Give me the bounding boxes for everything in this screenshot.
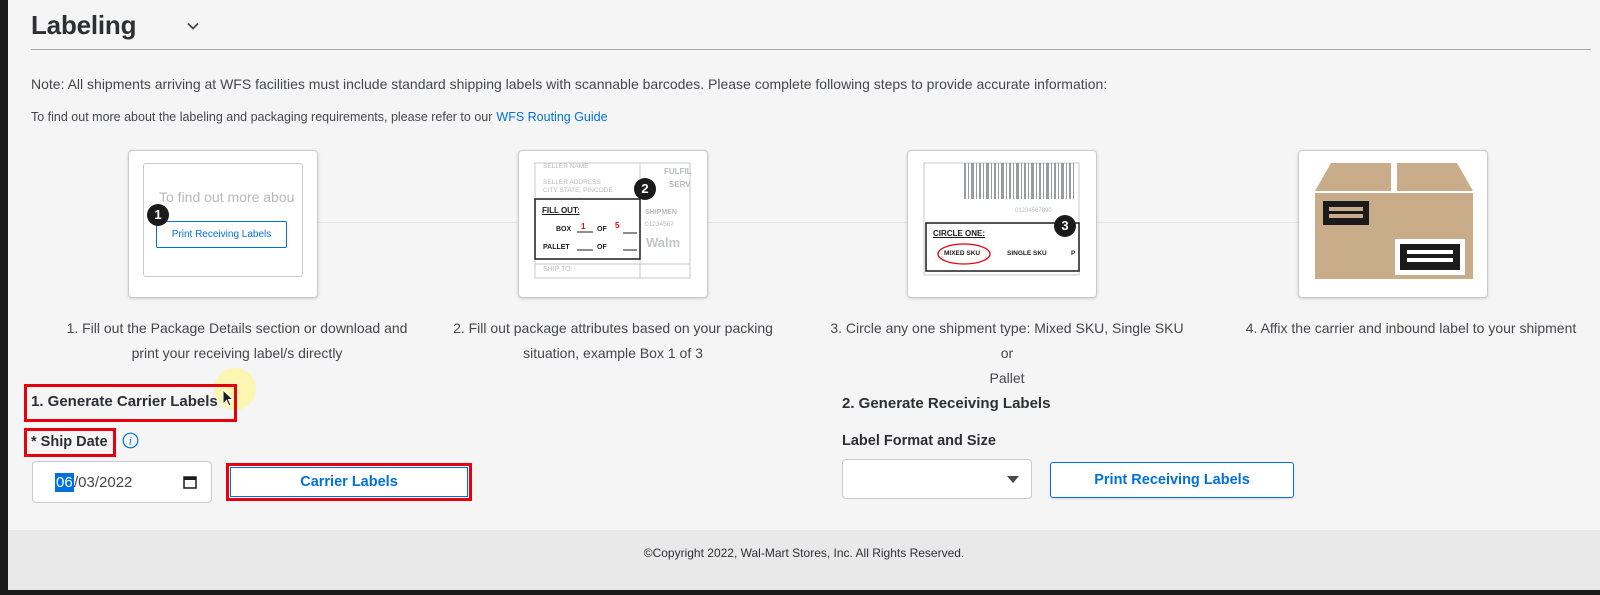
calendar-icon[interactable] (182, 474, 198, 490)
seller-name: SELLER NAME (543, 163, 589, 170)
step-4-caption: 4. Affix the carrier and inbound label t… (1236, 316, 1586, 341)
section-title: Labeling (31, 10, 137, 40)
step-2-caption-line2: situation, example Box 1 of 3 (523, 345, 703, 361)
pallet-of: OF (597, 244, 607, 251)
pallet-option: P (1071, 250, 1076, 257)
fill-out-heading: FILL OUT: (542, 206, 580, 215)
receiving-labels-title: 2. Generate Receiving Labels (842, 395, 1051, 412)
seller-city: CITY STATE, PINCODE (543, 187, 613, 194)
step-4-card (1298, 150, 1488, 298)
step-1-preview-text: To find out more abou (159, 189, 295, 205)
mouse-cursor-icon (222, 389, 235, 407)
step-1-badge: 1 (147, 204, 169, 226)
step-3-caption-line2: Pallet (989, 370, 1025, 386)
step-2-caption: 2. Fill out package attributes based on … (448, 316, 778, 366)
carrier-labels-title: 1. Generate Carrier Labels (31, 393, 218, 410)
serv-text: SERV (669, 180, 691, 189)
step-1-caption-line1: 1. Fill out the Package Details section … (66, 320, 408, 336)
copyright-text: ©Copyright 2022, Wal-Mart Stores, Inc. A… (643, 546, 965, 560)
box-total: 5 (615, 221, 620, 230)
window-edge (0, 590, 1600, 595)
box-number: 1 (581, 222, 586, 231)
box-of: OF (597, 226, 607, 233)
labeling-page: Labeling Note: All shipments arriving at… (8, 0, 1600, 595)
step-1-preview-button: Print Receiving Labels (156, 221, 287, 248)
step-1-caption: 1. Fill out the Package Details section … (52, 316, 422, 366)
mixed-sku-option: MIXED SKU (944, 250, 981, 257)
shipment-label: SHIPMEN (645, 209, 677, 216)
routing-guide-link[interactable]: WFS Routing Guide (496, 110, 607, 124)
svg-text:i: i (129, 437, 132, 448)
section-header[interactable]: Labeling (31, 6, 1591, 50)
pallet-label: PALLET (543, 244, 570, 251)
ship-to-text: SHIP TO: (543, 266, 573, 273)
fulfil-text: FULFIL (664, 167, 692, 176)
package-box-icon (1315, 163, 1473, 279)
circle-one-heading: CIRCLE ONE: (933, 229, 985, 238)
step-3-caption: 3. Circle any one shipment type: Mixed S… (826, 316, 1188, 391)
step-2-badge: 2 (634, 178, 656, 200)
date-month-segment[interactable]: 06 (55, 473, 74, 492)
step-1-caption-line2: print your receiving label/s directly (131, 345, 343, 361)
footer: ©Copyright 2022, Wal-Mart Stores, Inc. A… (8, 530, 1600, 590)
label-format-label: Label Format and Size (842, 433, 996, 449)
step-3-badge: 3 (1054, 215, 1076, 237)
carrier-labels-button[interactable]: Carrier Labels (230, 467, 468, 497)
date-rest-segment[interactable]: /03/2022 (74, 474, 132, 491)
print-receiving-labels-button[interactable]: Print Receiving Labels (1050, 462, 1294, 498)
shipment-number: 01234567 (645, 221, 674, 228)
labeling-note: Note: All shipments arriving at WFS faci… (31, 76, 1108, 92)
ship-date-input[interactable]: 06 /03/2022 (32, 461, 212, 503)
walm-text: Walm (646, 235, 681, 250)
dropdown-arrow-icon (1007, 476, 1019, 483)
refer-text: To find out more about the labeling and … (31, 110, 493, 124)
single-sku-option: SINGLE SKU (1007, 250, 1047, 257)
barcode-number: 01234567890 (1015, 208, 1052, 214)
steps-connector (143, 222, 1433, 223)
step-2-card: SELLER NAME SELLER ADDRESS CITY STATE, P… (518, 150, 708, 298)
step-2-caption-line1: 2. Fill out package attributes based on … (453, 320, 773, 336)
seller-address: SELLER ADDRESS (543, 179, 601, 186)
label-format-select[interactable] (842, 459, 1032, 499)
step-4-caption-line1: 4. Affix the carrier and inbound label t… (1245, 320, 1577, 336)
step-3-caption-line1: 3. Circle any one shipment type: Mixed S… (830, 320, 1184, 361)
routing-guide-line: To find out more about the labeling and … (31, 110, 608, 124)
chevron-down-icon[interactable] (185, 18, 201, 34)
info-icon[interactable]: i (122, 432, 139, 449)
ship-date-label: * Ship Date (31, 434, 108, 450)
box-label: BOX (556, 226, 572, 233)
